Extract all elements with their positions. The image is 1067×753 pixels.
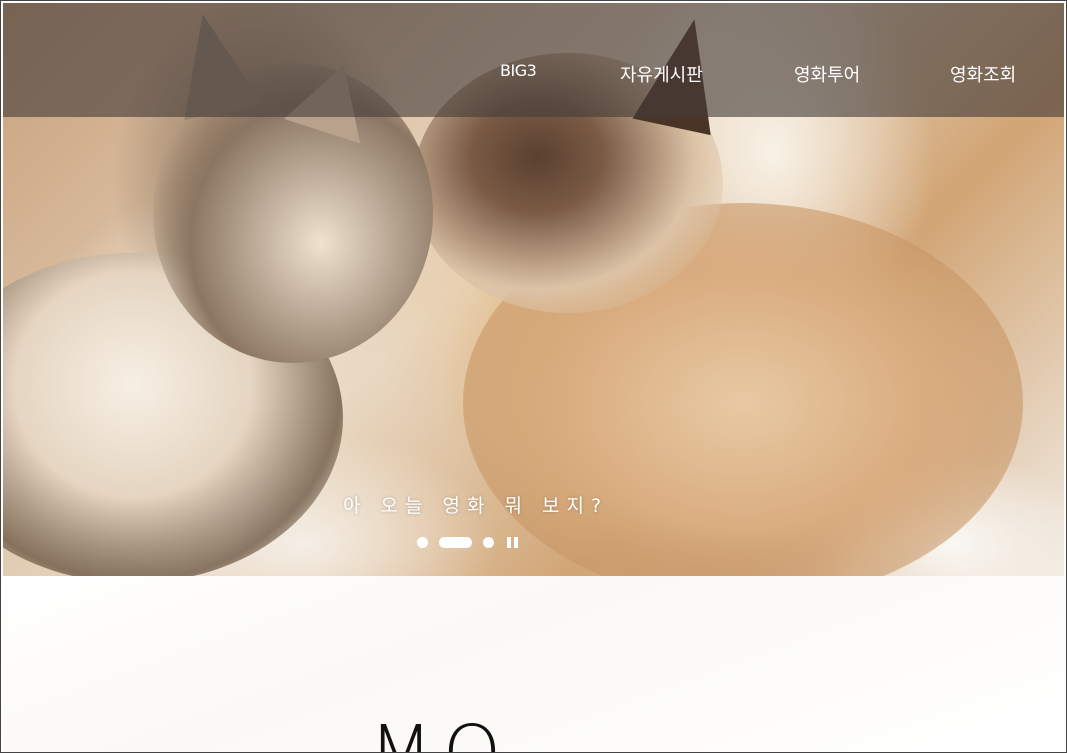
page-frame: 아 오늘 영화 뭐 보지? BIG3 자유게시판 영화투어 영화조회 MO [0,0,1067,753]
content-section: MO [3,576,1064,753]
slider-dot-1[interactable] [417,537,428,548]
site-header: BIG3 자유게시판 영화투어 영화조회 [3,3,1064,117]
slider-dot-2-active[interactable] [439,537,472,548]
pause-icon[interactable] [507,537,518,548]
hero-caption: 아 오늘 영화 뭐 보지? [343,495,609,517]
nav-item-movie-search[interactable]: 영화조회 [950,61,1016,87]
nav-item-big3[interactable]: BIG3 [500,61,537,80]
nav-item-movie-tour[interactable]: 영화투어 [794,61,860,87]
nav-item-free-board[interactable]: 자유게시판 [620,61,703,87]
slider-dot-3[interactable] [483,537,494,548]
section-title: MO [369,710,512,753]
slider-pagination [417,537,518,548]
